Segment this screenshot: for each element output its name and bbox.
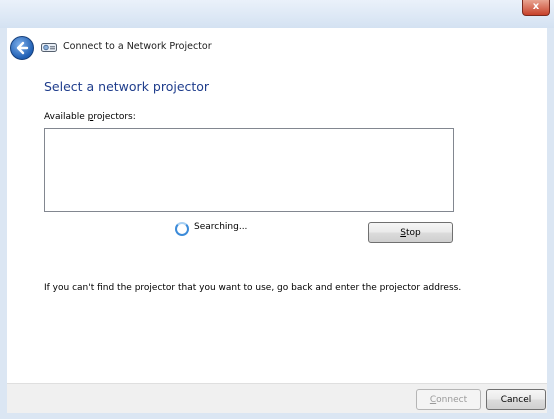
window-title: Connect to a Network Projector: [63, 41, 212, 52]
loading-spinner-icon: [175, 222, 189, 236]
wizard-window: x Connect to a Network Projector Select …: [0, 0, 554, 419]
connect-rest: onnect: [436, 395, 468, 405]
stop-rest: top: [405, 228, 421, 238]
page-heading: Select a network projector: [44, 79, 210, 94]
back-button[interactable]: [10, 36, 34, 60]
projector-list[interactable]: [44, 128, 454, 212]
wizard-content: Connect to a Network Projector Select a …: [7, 28, 547, 412]
help-text: If you can't find the projector that you…: [44, 283, 462, 293]
stop-button[interactable]: Stop: [368, 222, 453, 243]
connect-button[interactable]: Connect: [416, 389, 481, 410]
searching-status: Searching...: [194, 222, 248, 232]
projector-icon: [41, 43, 57, 52]
close-button[interactable]: x: [522, 0, 550, 16]
back-arrow-icon: [16, 41, 29, 55]
available-label-post: rojectors:: [93, 112, 136, 122]
close-icon: x: [532, 1, 540, 12]
available-label-pre: Available: [44, 112, 88, 122]
window-frame-top: [0, 0, 554, 28]
available-projectors-label: Available projectors:: [44, 112, 136, 122]
cancel-button[interactable]: Cancel: [486, 389, 546, 410]
button-bar: Connect Cancel: [7, 383, 547, 413]
